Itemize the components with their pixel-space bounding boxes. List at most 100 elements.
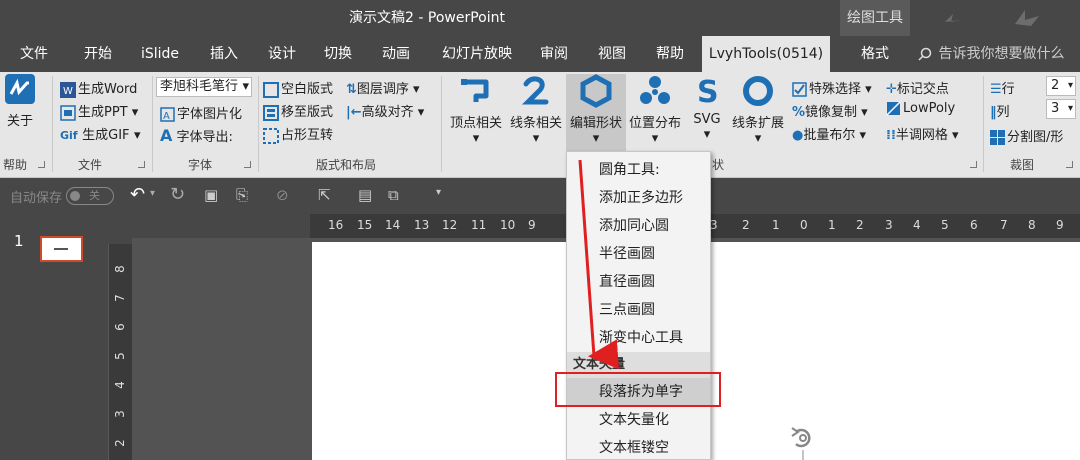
position-button[interactable]: 位置分布 ▾ — [626, 74, 684, 146]
ruler-tick-label: 5 — [941, 218, 949, 232]
font-name-combobox[interactable]: 李旭科毛笔行 ▾ — [156, 77, 252, 97]
ruler-tick-label: 15 — [357, 218, 373, 232]
layout-group-label: 版式和布局 — [316, 158, 377, 172]
blank-layout-button[interactable]: 空白版式 — [263, 78, 333, 98]
ruler-tick-label: 5 — [112, 352, 127, 360]
undo-dropdown-icon[interactable]: ▾ — [150, 188, 155, 199]
letter-a-icon: A — [160, 126, 173, 145]
redo-icon[interactable]: ↻ — [170, 184, 185, 205]
svg-button[interactable]: S SVG ▾ — [686, 74, 728, 142]
half-grid-button[interactable]: ⁞⁞半调网格 ▾ — [886, 124, 959, 143]
ring-icon — [743, 76, 773, 106]
arrange-icon[interactable]: ⧉ — [388, 186, 399, 204]
split-grid-icon — [990, 130, 1005, 145]
presentation-icon[interactable]: ▣ — [204, 186, 218, 204]
ruler-tick-label: 10 — [500, 218, 516, 232]
batch-boolean-button[interactable]: ●批量布尔 ▾ — [792, 124, 866, 143]
tab-slideshow[interactable]: 幻灯片放映 — [434, 36, 520, 72]
tab-format[interactable]: 格式 — [840, 36, 910, 72]
advanced-align-label: 高级对齐 — [361, 105, 414, 120]
mirror-copy-button[interactable]: %镜像复制 ▾ — [792, 101, 868, 120]
font-group-label: 字体 — [188, 158, 213, 172]
vertex-icon — [461, 79, 489, 102]
checkbox-select-icon — [792, 82, 807, 97]
tab-animations[interactable]: 动画 — [368, 36, 424, 72]
file-group-launcher[interactable] — [138, 161, 145, 168]
tell-me-search-text: 告诉我你想要做什么 — [938, 46, 1065, 62]
rows-label: 行 — [1001, 82, 1015, 97]
tab-review[interactable]: 审阅 — [526, 36, 582, 72]
separator — [258, 76, 259, 172]
tab-home[interactable]: 开始 — [70, 36, 126, 72]
separator — [983, 76, 984, 172]
cols-spinner[interactable]: 3 ▾ — [1046, 99, 1076, 119]
split-label: 分割图/形 — [1007, 130, 1064, 145]
ruler-tick-label: 6 — [112, 323, 127, 331]
undo-icon[interactable]: ↶ — [130, 184, 145, 205]
tab-insert[interactable]: 插入 — [196, 36, 252, 72]
slide-thumbnail[interactable] — [40, 236, 83, 262]
tab-file[interactable]: 文件 — [6, 36, 62, 72]
move-to-layout-label: 移至版式 — [281, 105, 334, 120]
about-button[interactable]: 关于 — [4, 74, 36, 129]
advanced-align-button[interactable]: |←高级对齐 ▾ — [346, 101, 424, 120]
mark-intersect-button[interactable]: ✛标记交点 — [886, 78, 949, 97]
tab-view[interactable]: 视图 — [584, 36, 640, 72]
ruler-tick-label: 1 — [772, 218, 780, 232]
layer-order-button[interactable]: ⇅图层调序 ▾ — [346, 78, 420, 97]
thumbnail-pane: 1 — [0, 214, 108, 460]
tab-help[interactable]: 帮助 — [642, 36, 698, 72]
crop-group-launcher[interactable] — [1066, 161, 1073, 168]
rows-spinner[interactable]: 2 ▾ — [1046, 76, 1076, 96]
paint-icon[interactable]: ⎘ — [236, 186, 248, 204]
thumb-text-mark — [54, 248, 68, 250]
context-tab-label: 绘图工具 — [840, 0, 910, 36]
rotate-handle-icon[interactable] — [788, 422, 820, 460]
special-select-button[interactable]: 特殊选择 ▾ — [792, 78, 872, 97]
edit-shape-button[interactable]: 编辑形状 ▾ — [566, 74, 626, 156]
move-to-layout-button[interactable]: 移至版式 — [263, 101, 333, 121]
shape-group-launcher[interactable] — [970, 161, 977, 168]
about-label: 关于 — [6, 114, 33, 129]
tell-me-search[interactable]: 告诉我你想要做什么 — [918, 36, 1064, 72]
edit-shape-label: 编辑形状 — [569, 116, 622, 131]
search-icon — [918, 47, 932, 61]
tab-lvyhtools[interactable]: LvyhTools(0514) — [702, 36, 830, 72]
shape-icon[interactable]: ⊘ — [276, 186, 289, 204]
font-name-value: 李旭科毛笔行 — [160, 79, 239, 94]
svg-text:W: W — [63, 86, 73, 97]
mirror-copy-label: 镜像复制 — [805, 105, 858, 120]
lowpoly-button[interactable]: LowPoly — [886, 101, 955, 116]
save-icon[interactable]: ▤ — [358, 186, 372, 204]
help-group-launcher[interactable] — [38, 161, 45, 168]
cols-label-item: ‖列 — [990, 101, 1010, 120]
gen-word-button[interactable]: W 生成Word — [60, 78, 137, 98]
help-group-label: 帮助 — [3, 158, 28, 172]
lowpoly-label: LowPoly — [903, 101, 956, 116]
line-button[interactable]: 线条相关 ▾ — [506, 74, 566, 146]
word-icon: W — [60, 81, 76, 98]
line-extend-button[interactable]: 线条扩展 ▾ — [728, 74, 788, 146]
tab-transitions[interactable]: 切换 — [310, 36, 366, 72]
text-to-image-button[interactable]: A 字体图片化 — [160, 103, 242, 122]
font-export-button[interactable]: A 字体导出: — [160, 126, 233, 145]
autosave-toggle[interactable]: 关 — [66, 187, 114, 205]
placeholder-swap-button[interactable]: 占形互转 — [263, 124, 333, 144]
split-button[interactable]: 分割图/形 — [990, 126, 1063, 145]
font-group-launcher[interactable] — [244, 161, 251, 168]
separator — [441, 76, 442, 172]
ruler-tick-label: 3 — [112, 410, 127, 418]
powerpoint-window: 演示文稿2 - PowerPoint 绘图工具 文件 开始 iSlide 插入 … — [0, 0, 1080, 460]
gen-gif-button[interactable]: Gif 生成GIF ▾ — [60, 124, 141, 143]
distribute-dots-icon — [640, 76, 670, 104]
tab-islide[interactable]: iSlide — [132, 36, 188, 72]
gen-ppt-button[interactable]: 生成PPT ▾ — [60, 101, 138, 121]
vertex-button[interactable]: 顶点相关 ▾ — [446, 74, 506, 146]
menu-item-textbox-hollow[interactable]: 文本框镂空 — [567, 434, 710, 460]
svg-text:S: S — [697, 75, 719, 108]
separator — [152, 76, 153, 172]
select-cursor-icon[interactable]: ⇱ — [318, 186, 331, 204]
customize-qat-icon[interactable]: ▾ — [436, 187, 441, 198]
tab-design[interactable]: 设计 — [254, 36, 310, 72]
svg-label: SVG — [693, 112, 721, 127]
